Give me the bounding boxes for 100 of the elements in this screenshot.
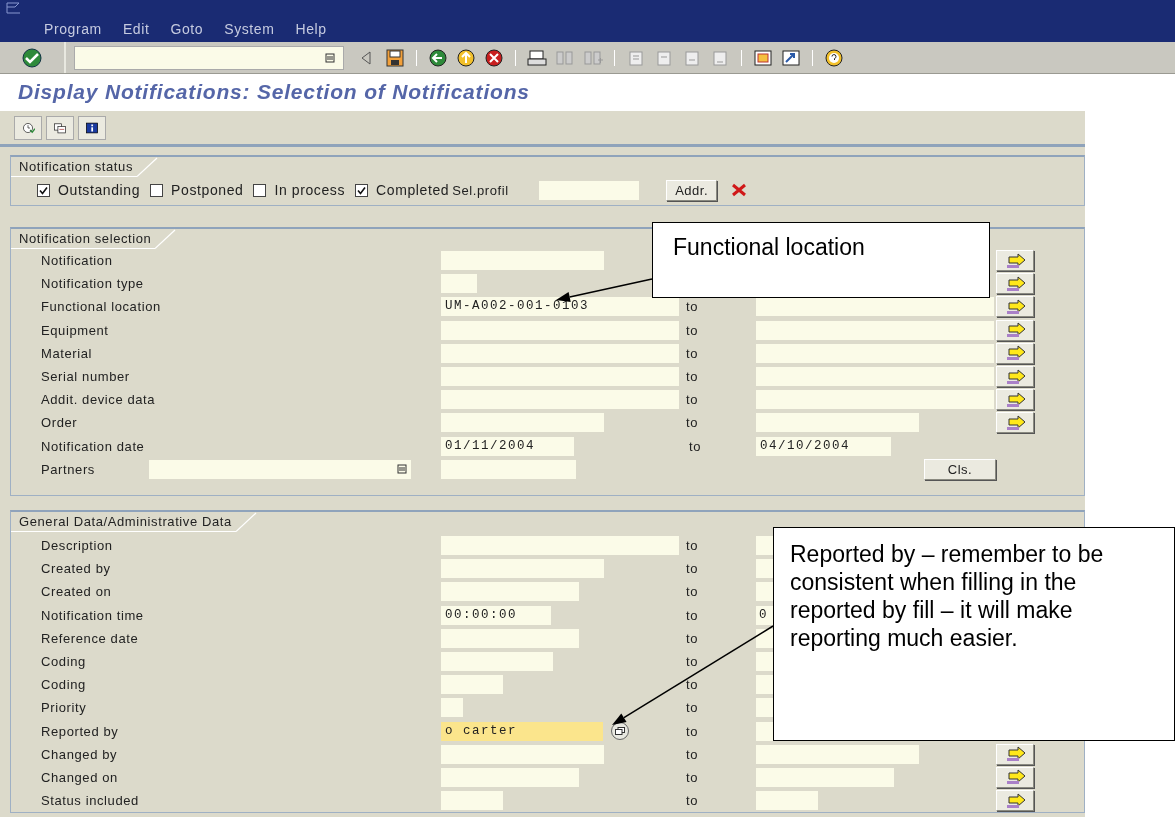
back-icon[interactable]: [427, 47, 449, 68]
arrow-button[interactable]: [996, 273, 1034, 295]
input-field[interactable]: [441, 675, 503, 695]
input-field[interactable]: [441, 367, 679, 387]
arrow-button[interactable]: [996, 743, 1034, 765]
input-field[interactable]: [756, 367, 994, 387]
save-icon[interactable]: [384, 47, 406, 68]
copy-button[interactable]: [46, 115, 74, 140]
checkbox[interactable]: [150, 183, 164, 197]
field-label: to: [686, 561, 700, 577]
info-button[interactable]: [78, 115, 106, 140]
info-icon: [85, 119, 99, 136]
menu-item[interactable]: Goto: [170, 21, 204, 37]
arrow-button[interactable]: [996, 319, 1034, 341]
input-field[interactable]: [441, 343, 679, 363]
field-label: Functional location: [41, 299, 162, 315]
arrow-button[interactable]: [996, 366, 1034, 388]
checkbox-label: Completed: [376, 182, 450, 198]
input-field[interactable]: 0: [756, 605, 774, 625]
close-button[interactable]: Cls.: [924, 458, 996, 480]
input-field[interactable]: 00:00:00: [441, 605, 551, 625]
menu-item[interactable]: Program: [44, 21, 102, 37]
up-icon[interactable]: [455, 47, 477, 68]
input-field[interactable]: [756, 652, 774, 672]
checkbox[interactable]: [355, 183, 369, 197]
address-button[interactable]: Addr.: [666, 179, 718, 201]
input-field[interactable]: [441, 251, 604, 271]
field-label: Addit. device data: [41, 392, 157, 408]
help-icon[interactable]: [823, 47, 845, 68]
input-field[interactable]: [441, 582, 579, 602]
input-field[interactable]: [756, 413, 919, 433]
checkmark-icon[interactable]: [21, 47, 43, 68]
input-field[interactable]: [756, 791, 818, 811]
input-field[interactable]: [539, 180, 640, 200]
arrow-button[interactable]: [996, 296, 1034, 318]
input-field[interactable]: [441, 459, 576, 479]
dropdown-icon: [397, 464, 407, 475]
input-field[interactable]: [756, 628, 774, 648]
clock-button[interactable]: [14, 115, 42, 140]
arrow-button[interactable]: [996, 250, 1034, 272]
shortcut-icon[interactable]: [780, 47, 802, 68]
input-field[interactable]: [149, 459, 411, 479]
menu-item[interactable]: System: [224, 21, 275, 37]
field-label: Changed by: [41, 746, 119, 762]
field-label: Coding: [41, 654, 87, 670]
input-field[interactable]: [441, 390, 679, 410]
command-field[interactable]: [74, 45, 344, 70]
input-field[interactable]: [441, 791, 503, 811]
arrow-button[interactable]: [996, 342, 1034, 364]
field-label: Order: [41, 415, 79, 431]
page-title: Display Notifications: Selection of Notifications: [17, 79, 531, 104]
input-field[interactable]: [441, 320, 679, 340]
input-field[interactable]: [756, 297, 994, 317]
tab-edge: [235, 512, 258, 532]
section-title: Notification status: [11, 158, 137, 177]
input-field[interactable]: [441, 559, 604, 579]
arrow-button[interactable]: [996, 790, 1034, 812]
new-session-icon[interactable]: [752, 47, 774, 68]
input-field[interactable]: 04/10/2004: [756, 436, 891, 456]
field-label: to: [686, 345, 700, 361]
menu-item[interactable]: Edit: [122, 21, 150, 37]
input-field[interactable]: [441, 744, 604, 764]
tab-edge: [137, 157, 159, 177]
input-field[interactable]: [756, 698, 774, 718]
input-field[interactable]: [756, 390, 994, 410]
arrow-button[interactable]: [996, 412, 1034, 434]
input-field[interactable]: [756, 675, 774, 695]
print-icon[interactable]: [526, 47, 548, 68]
input-field[interactable]: o carter: [441, 721, 603, 741]
input-field[interactable]: [441, 274, 477, 294]
input-field[interactable]: [756, 721, 774, 741]
input-field[interactable]: [756, 744, 919, 764]
field-label: Equipment: [41, 322, 110, 338]
input-field[interactable]: [441, 536, 679, 556]
input-field[interactable]: [756, 582, 774, 602]
field-label: Priority: [41, 700, 88, 716]
input-field[interactable]: [756, 320, 994, 340]
input-field[interactable]: 01/11/2004: [441, 436, 574, 456]
cancel-icon[interactable]: [483, 47, 505, 68]
search-help-button[interactable]: [611, 722, 629, 741]
arrow-button[interactable]: [996, 766, 1034, 788]
checkbox[interactable]: [37, 183, 50, 197]
menu-icon: [6, 2, 22, 14]
checkbox[interactable]: [253, 183, 267, 197]
input-field[interactable]: [441, 698, 463, 718]
input-field[interactable]: [441, 413, 604, 433]
input-field[interactable]: [441, 652, 553, 672]
input-field[interactable]: [441, 628, 579, 648]
delete-icon[interactable]: [731, 183, 748, 197]
input-field[interactable]: [756, 536, 774, 556]
menu-item[interactable]: Help: [295, 21, 327, 37]
input-field[interactable]: [756, 559, 774, 579]
input-field[interactable]: [441, 767, 579, 787]
input-field[interactable]: [756, 343, 994, 363]
input-field[interactable]: [756, 767, 894, 787]
field-label: Status included: [41, 793, 140, 809]
checkbox-label: Postponed: [171, 182, 244, 198]
field-label: to: [686, 793, 700, 809]
input-field[interactable]: UM-A002-001-0103: [441, 297, 679, 317]
arrow-button[interactable]: [996, 389, 1034, 411]
